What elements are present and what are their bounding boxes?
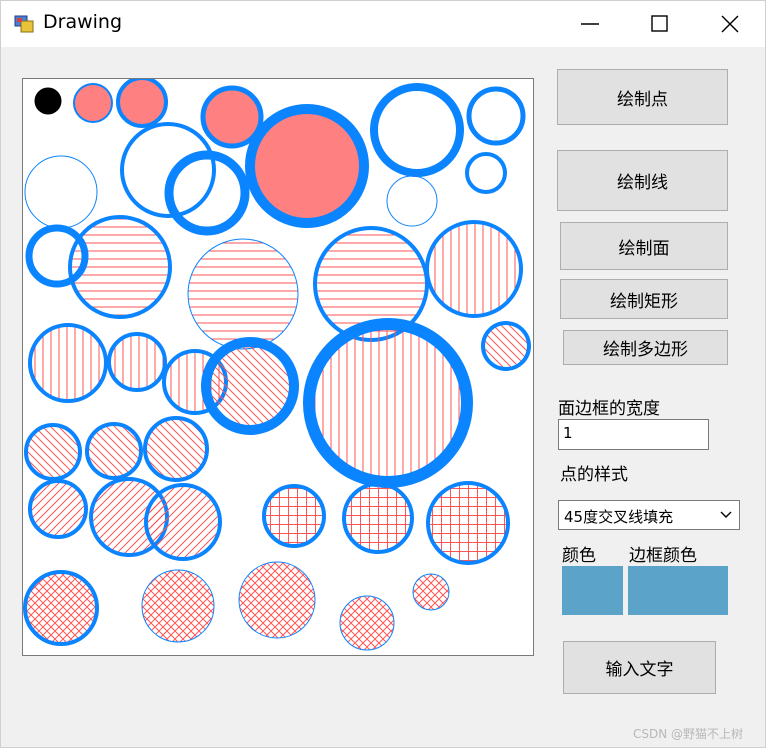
border-color-label: 边框颜色 [629,546,697,566]
watermark: CSDN @野猫不上树 [633,727,744,741]
input-text-button[interactable]: 输入文字 [563,641,716,694]
circle-shape [386,175,438,227]
border-width-label: 面边框的宽度 [558,399,660,419]
circle-shape [187,238,299,350]
draw-area-button[interactable]: 绘制面 [560,222,728,270]
border-color-swatch[interactable] [628,566,728,615]
maximize-icon [651,15,668,32]
maximize-button[interactable] [631,1,691,47]
close-button[interactable] [701,1,761,47]
circle-shape [245,104,369,228]
circle-shape [425,220,523,318]
circle-shape [24,155,98,229]
draw-polygon-button[interactable]: 绘制多边形 [563,330,728,365]
title-bar[interactable]: Drawing [1,1,765,47]
circle-shape [303,318,473,488]
point-style-value: 45度交叉线填充 [564,508,674,526]
drawing-canvas[interactable] [22,78,534,656]
circle-shape [370,83,464,177]
draw-line-button[interactable]: 绘制线 [557,150,728,211]
circle-shape [144,483,222,561]
point-style-select[interactable]: 45度交叉线填充 [558,500,740,530]
close-icon [721,15,739,33]
app-icon [14,15,34,33]
window-title: Drawing [43,11,123,33]
circle-shape [238,561,316,639]
circle-shape [116,79,168,128]
circle-shape [201,337,299,435]
circle-shape [465,152,507,194]
circle-shape [481,321,531,371]
point-style-label: 点的样式 [560,465,628,485]
circle-shape [107,332,167,392]
circle-shape [28,323,108,403]
circle-shape [426,481,510,565]
chevron-down-icon [720,511,732,518]
circle-shape [23,570,99,646]
minimize-button[interactable] [561,1,621,47]
circle-shape [85,422,143,480]
draw-point-button[interactable]: 绘制点 [557,69,728,125]
circle-shape [73,83,113,123]
minimize-icon [581,23,599,25]
circle-shape [466,86,526,146]
fill-color-swatch[interactable] [562,566,623,615]
point-shape [34,87,62,115]
circle-shape [339,595,395,651]
circle-shape [412,573,450,611]
circle-shape [262,484,326,548]
draw-rect-button[interactable]: 绘制矩形 [560,279,728,319]
canvas-drawing [23,79,531,651]
circle-shape [141,569,215,643]
circle-shape [143,416,209,482]
fill-color-label: 颜色 [562,546,596,566]
circle-shape [342,482,414,554]
circle-shape [28,479,88,539]
circle-shape [24,423,82,481]
main-window: Drawing 绘制点 绘制线 绘制面 绘制矩形 绘制多边形 面边框的宽度 1 … [0,0,766,748]
border-width-input[interactable]: 1 [558,419,709,450]
